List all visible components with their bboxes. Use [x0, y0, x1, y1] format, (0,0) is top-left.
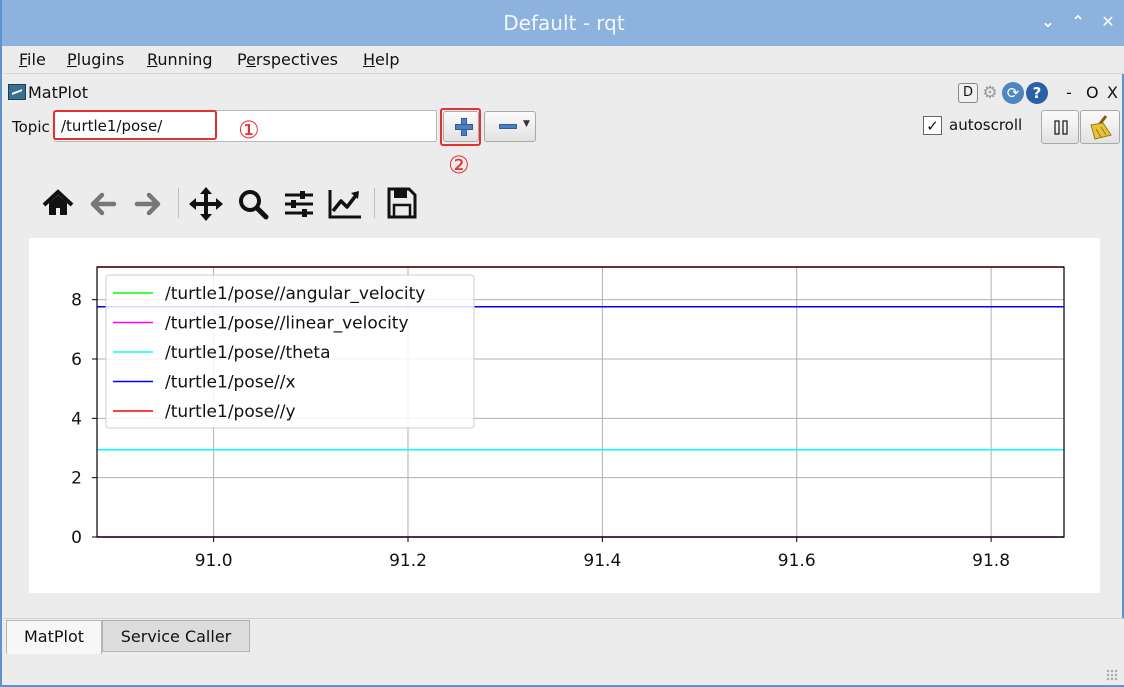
autoscroll-checkbox[interactable]: ✓: [923, 116, 942, 135]
tab-matplot[interactable]: MatPlot: [6, 620, 102, 654]
rqt-window: Default - rqt ⌄ ⌃ ✕ File Plugins Running…: [0, 0, 1124, 687]
plot-area[interactable]: 91.0 91.2 91.4 91.6 91.8 0 2 4 6 8/turtle1/pose//…: [29, 238, 1100, 593]
legend-label-0: /turtle1/pose//angular_velocity: [165, 284, 425, 304]
dock-d-button[interactable]: D: [958, 83, 978, 103]
menu-help[interactable]: Help: [363, 50, 399, 69]
y-tick-label: 0: [71, 528, 82, 548]
forward-arrow-icon[interactable]: [133, 184, 163, 224]
minimize-plugin-button[interactable]: -: [1066, 83, 1072, 102]
save-icon[interactable]: [384, 184, 418, 224]
menu-help-mnemonic: H: [363, 50, 376, 69]
remove-topic-button[interactable]: ▼: [484, 111, 536, 142]
menu-help-label: elp: [375, 50, 400, 69]
y-tick-label: 4: [71, 409, 82, 429]
topic-label: Topic: [12, 118, 50, 136]
menu-bar: File Plugins Running Perspectives Help: [4, 46, 1124, 74]
x-tick-label: 91.6: [778, 551, 816, 571]
x-tick-label: 91.8: [972, 551, 1010, 571]
reload-icon[interactable]: ⟳: [1002, 82, 1024, 104]
menu-perspectives-mnemonic: e: [246, 50, 256, 69]
menu-file-mnemonic: F: [19, 50, 28, 69]
plugin-header: MatPlot D ⚙ ⟳ ? - O X: [4, 80, 1124, 106]
menu-plugins-label: lugins: [76, 50, 125, 69]
x-tick-label: 91.2: [389, 551, 427, 571]
menu-plugins-mnemonic: P: [67, 50, 77, 69]
matplotlib-chart: 91.0 91.2 91.4 91.6 91.8 0 2 4 6 8/turtle1/pose//…: [71, 266, 1065, 571]
plugin-title: MatPlot: [28, 83, 89, 102]
menu-running-mnemonic: R: [147, 50, 158, 69]
edit-axis-icon[interactable]: [327, 184, 363, 224]
menu-file-label: ile: [27, 50, 46, 69]
help-icon[interactable]: ?: [1026, 82, 1048, 104]
legend-label-4: /turtle1/pose//y: [165, 402, 296, 422]
legend-label-2: /turtle1/pose//theta: [165, 343, 331, 363]
annotation-marker-2: ②: [448, 151, 470, 179]
back-arrow-icon[interactable]: [88, 184, 118, 224]
autoscroll-label: autoscroll: [949, 116, 1023, 134]
y-tick-label: 6: [71, 350, 82, 370]
menu-perspectives-label: rspectives: [255, 50, 338, 69]
minus-icon: [499, 124, 517, 129]
plugin-header-icons: D ⚙ ⟳ ?: [958, 81, 1048, 105]
pause-button[interactable]: [1041, 110, 1079, 144]
subplot-config-icon[interactable]: [282, 184, 316, 224]
matplot-plugin-icon: [8, 84, 26, 100]
minimize-window-icon[interactable]: ⌄: [1038, 12, 1058, 32]
tab-service-caller[interactable]: Service Caller: [102, 620, 250, 652]
home-icon[interactable]: [41, 184, 75, 224]
pause-icon: [1054, 120, 1068, 135]
maximize-window-icon[interactable]: ⌃: [1068, 12, 1088, 32]
window-title: Default - rqt: [503, 11, 625, 35]
toolbar-separator: [374, 188, 375, 218]
menu-perspectives[interactable]: Perspectives: [237, 50, 338, 69]
legend-label-3: /turtle1/pose//x: [165, 373, 296, 393]
toolbar-separator: [178, 188, 179, 218]
plus-icon: [455, 118, 473, 136]
menu-running[interactable]: Running: [147, 50, 213, 69]
zoom-icon[interactable]: [236, 184, 270, 224]
menu-perspectives-prefix: P: [237, 50, 247, 69]
menu-plugins[interactable]: Plugins: [67, 50, 124, 69]
close-plugin-button[interactable]: X: [1107, 83, 1118, 102]
x-tick-label: 91.0: [195, 551, 233, 571]
title-bar[interactable]: Default - rqt ⌄ ⌃ ✕: [2, 0, 1124, 46]
y-tick-label: 8: [71, 291, 82, 311]
clear-plot-button[interactable]: [1080, 110, 1120, 144]
pan-icon[interactable]: [188, 184, 224, 224]
add-topic-button[interactable]: [443, 111, 479, 142]
gear-icon[interactable]: ⚙: [980, 83, 1000, 103]
broom-icon: [1090, 115, 1112, 140]
close-window-icon[interactable]: ✕: [1098, 12, 1118, 32]
x-tick-label: 91.4: [583, 551, 621, 571]
float-plugin-button[interactable]: O: [1086, 83, 1099, 102]
y-tick-label: 2: [71, 469, 82, 489]
resize-grip-icon[interactable]: [1106, 669, 1118, 681]
annotation-marker-1: ①: [238, 116, 260, 144]
menu-running-label: unning: [157, 50, 213, 69]
chevron-down-icon: ▼: [523, 119, 530, 129]
legend-label-1: /turtle1/pose//linear_velocity: [165, 314, 409, 334]
menu-file[interactable]: File: [19, 50, 46, 69]
